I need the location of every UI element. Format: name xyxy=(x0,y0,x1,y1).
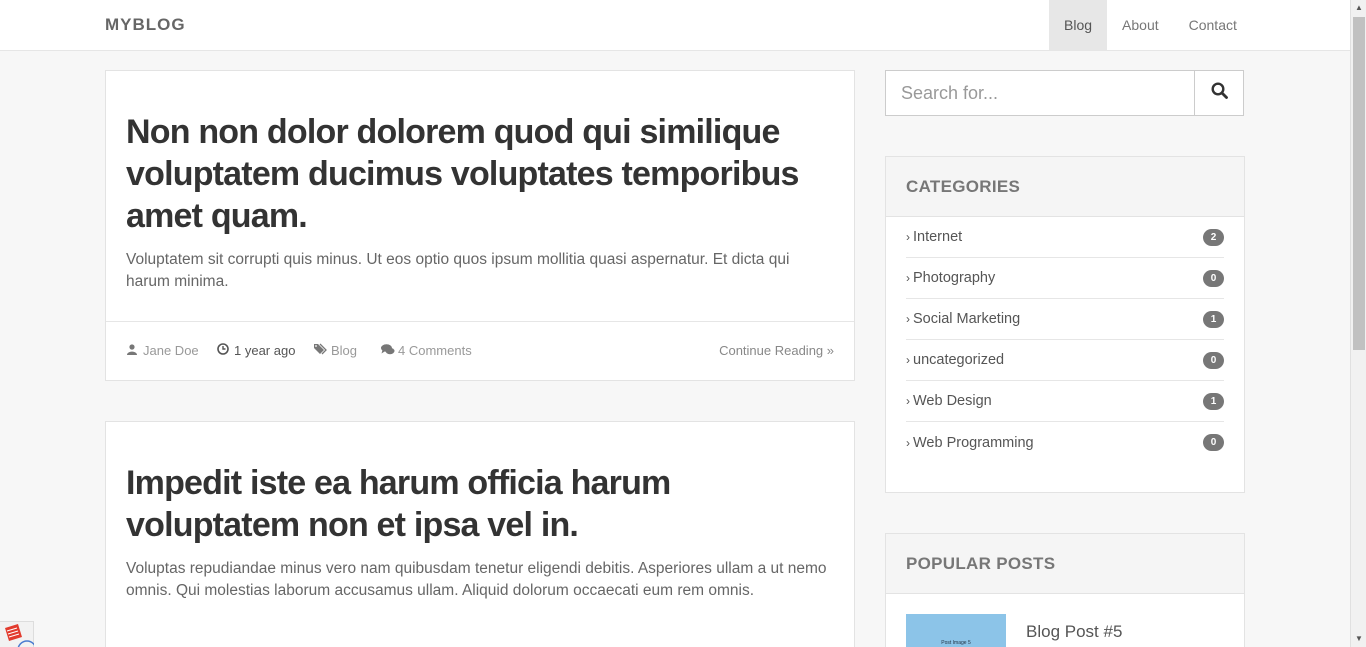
post-time-text: 1 year ago xyxy=(234,343,296,358)
post-title[interactable]: Non non dolor dolorem quod qui similique… xyxy=(126,111,834,237)
search-input[interactable] xyxy=(886,71,1195,115)
tags-icon xyxy=(314,343,327,358)
chevron-right-icon: › xyxy=(906,312,910,326)
post-date: 1 year ago xyxy=(217,343,295,358)
post-excerpt: Voluptatem sit corrupti quis minus. Ut e… xyxy=(126,251,790,290)
post-category-label: Blog xyxy=(331,343,358,358)
post-comments-count: 4 Comments xyxy=(398,343,472,358)
page-scrollbar[interactable]: ▲ ▼ xyxy=(1350,0,1366,647)
author-name: Jane Doe xyxy=(143,343,199,358)
top-navbar: MYBLOG Blog About Contact xyxy=(0,0,1350,51)
category-count-badge: 1 xyxy=(1203,310,1224,328)
brand-logo[interactable]: MYBLOG xyxy=(105,15,186,35)
chevron-right-icon: › xyxy=(906,353,910,367)
popular-posts-heading: POPULAR POSTS xyxy=(886,534,1244,594)
category-label: Photography xyxy=(913,270,996,286)
chevron-right-icon: › xyxy=(906,271,910,285)
category-label: Internet xyxy=(913,229,963,245)
post-comments[interactable]: 4 Comments xyxy=(381,343,472,358)
chevron-right-icon: › xyxy=(906,394,910,408)
category-label: Social Marketing xyxy=(913,311,1021,327)
category-item-web-design[interactable]: › Web Design 1 xyxy=(906,381,1224,422)
search-button[interactable] xyxy=(1194,71,1243,115)
comments-icon xyxy=(381,343,395,358)
category-count-badge: 0 xyxy=(1203,351,1224,369)
popular-posts-widget: POPULAR POSTS Post Image 5 Blog Post #5 xyxy=(885,533,1245,647)
post-excerpt: Voluptas repudiandae minus vero nam quib… xyxy=(126,560,827,599)
nav-item-about[interactable]: About xyxy=(1107,0,1174,50)
category-count-badge: 0 xyxy=(1203,434,1224,451)
category-count-badge: 0 xyxy=(1203,269,1224,287)
categories-heading: CATEGORIES xyxy=(886,157,1244,217)
scroll-up-arrow-icon[interactable]: ▲ xyxy=(1351,0,1366,16)
post-author[interactable]: Jane Doe xyxy=(126,343,199,358)
post-card: Non non dolor dolorem quod qui similique… xyxy=(105,70,855,381)
category-label: Web Design xyxy=(913,393,992,409)
post-meta-bar: Jane Doe 1 year ago Blog 4 Comments Cont… xyxy=(106,321,854,381)
thumbnail-caption: Post Image 5 xyxy=(941,640,971,646)
popular-post-title[interactable]: Blog Post #5 xyxy=(1026,622,1122,642)
category-count-badge: 2 xyxy=(1203,228,1224,246)
post-card: Impedit iste ea harum officia harum volu… xyxy=(105,421,855,647)
search-icon xyxy=(1210,82,1228,104)
scrollbar-thumb[interactable] xyxy=(1353,17,1365,350)
category-item-uncategorized[interactable]: › uncategorized 0 xyxy=(906,340,1224,381)
main-nav: Blog About Contact xyxy=(1049,0,1252,50)
categories-widget: CATEGORIES › Internet 2 › Photography 0 › S… xyxy=(885,156,1245,493)
category-item-internet[interactable]: › Internet 2 xyxy=(906,217,1224,258)
clock-icon xyxy=(217,343,229,358)
category-label: uncategorized xyxy=(913,352,1005,368)
popular-post-item[interactable]: Post Image 5 Blog Post #5 xyxy=(886,594,1244,647)
continue-reading-link[interactable]: Continue Reading » xyxy=(719,343,834,358)
chevron-right-icon: › xyxy=(906,230,910,244)
corner-widget[interactable] xyxy=(0,621,37,647)
category-item-social-marketing[interactable]: › Social Marketing 1 xyxy=(906,299,1224,340)
scroll-down-arrow-icon[interactable]: ▼ xyxy=(1351,631,1366,647)
chevron-right-icon: › xyxy=(906,435,910,450)
nav-item-contact[interactable]: Contact xyxy=(1174,0,1252,50)
nav-item-blog[interactable]: Blog xyxy=(1049,0,1108,50)
post-category[interactable]: Blog xyxy=(314,343,357,358)
category-label: Web Programming xyxy=(913,434,1034,451)
category-item-photography[interactable]: › Photography 0 xyxy=(906,258,1224,299)
category-count-badge: 1 xyxy=(1203,392,1224,410)
corner-widget-icon xyxy=(5,624,37,647)
post-title[interactable]: Impedit iste ea harum officia harum volu… xyxy=(126,462,834,546)
user-icon xyxy=(126,343,138,358)
search-box xyxy=(885,70,1244,116)
categories-list: › Internet 2 › Photography 0 › Social Marke… xyxy=(886,217,1244,463)
category-item-web-programming[interactable]: › Web Programming 0 xyxy=(906,422,1224,463)
popular-post-thumbnail[interactable]: Post Image 5 xyxy=(906,614,1006,647)
